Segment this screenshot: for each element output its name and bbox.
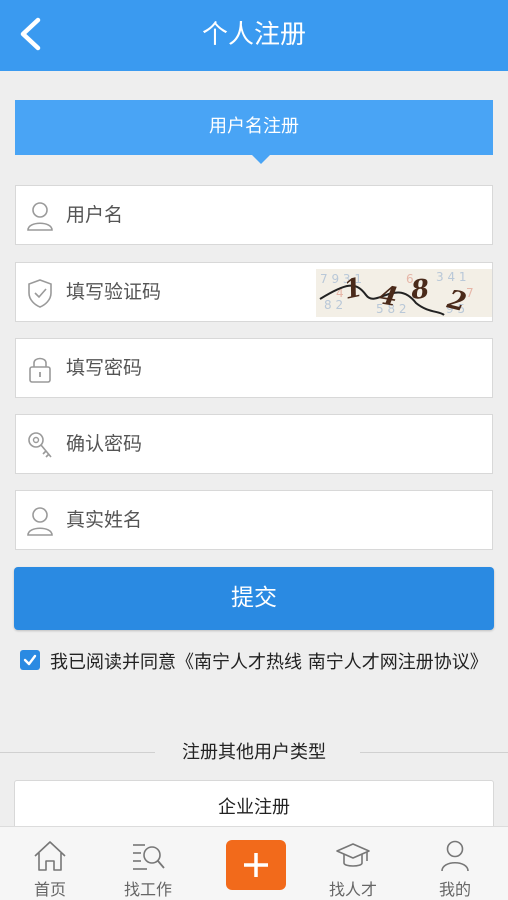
captcha-char: 8 bbox=[409, 274, 431, 306]
svg-text:3 4 1: 3 4 1 bbox=[436, 270, 467, 284]
plus-icon bbox=[244, 853, 268, 877]
agreement: 我已阅读并同意《南宁人才热线 南宁人才网注册协议》 bbox=[20, 648, 490, 678]
key-icon bbox=[26, 430, 54, 460]
tab-active-indicator bbox=[251, 154, 271, 164]
agreement-text[interactable]: 我已阅读并同意《南宁人才热线 南宁人才网注册协议》 bbox=[20, 648, 490, 678]
captcha-field-row: 7 9 3 13 4 15 8 29 58 2 674 1482 bbox=[15, 262, 493, 322]
app-header: 个人注册 bbox=[0, 0, 508, 71]
agreement-checkbox[interactable] bbox=[20, 650, 40, 670]
nav-label-find-job: 找工作 bbox=[123, 880, 172, 899]
home-icon bbox=[34, 841, 66, 871]
captcha-input[interactable] bbox=[66, 263, 316, 321]
realname-field-row bbox=[15, 490, 493, 550]
password-field-row bbox=[15, 338, 493, 398]
realname-input[interactable] bbox=[66, 491, 316, 549]
user-icon bbox=[26, 506, 54, 536]
username-input[interactable] bbox=[66, 186, 316, 244]
lock-icon bbox=[26, 354, 54, 384]
search-job-icon bbox=[133, 844, 165, 870]
graduation-cap-icon bbox=[336, 843, 370, 867]
submit-button[interactable]: 提交 bbox=[14, 567, 494, 630]
other-user-types-label: 注册其他用户类型 bbox=[182, 742, 326, 763]
publish-plus-button[interactable] bbox=[226, 840, 286, 890]
nav-item-find-talent[interactable]: 找人才 bbox=[303, 827, 403, 900]
user-icon bbox=[441, 840, 469, 872]
svg-text:8 2: 8 2 bbox=[324, 298, 343, 312]
page-title: 个人注册 bbox=[201, 20, 306, 50]
nav-label-find-talent: 找人才 bbox=[328, 880, 377, 899]
tab-username-register[interactable]: 用户名注册 bbox=[15, 100, 493, 155]
password-input[interactable] bbox=[66, 339, 316, 397]
confirm-password-field-row bbox=[15, 414, 493, 474]
captcha-image[interactable]: 7 9 3 13 4 15 8 29 58 2 674 1482 bbox=[316, 269, 492, 317]
checkmark-icon bbox=[23, 654, 37, 666]
username-field-row bbox=[15, 185, 493, 245]
shield-check-icon bbox=[26, 278, 54, 308]
nav-item-find-job[interactable]: 找工作 bbox=[98, 827, 198, 900]
bottom-nav: 首页 找工作 找人才 我的 bbox=[0, 826, 508, 900]
nav-label-home: 首页 bbox=[33, 880, 66, 899]
nav-item-home[interactable]: 首页 bbox=[0, 827, 100, 900]
nav-label-mine: 我的 bbox=[438, 880, 471, 899]
confirm-password-input[interactable] bbox=[66, 415, 316, 473]
nav-item-mine[interactable]: 我的 bbox=[405, 827, 505, 900]
user-icon bbox=[26, 201, 54, 231]
